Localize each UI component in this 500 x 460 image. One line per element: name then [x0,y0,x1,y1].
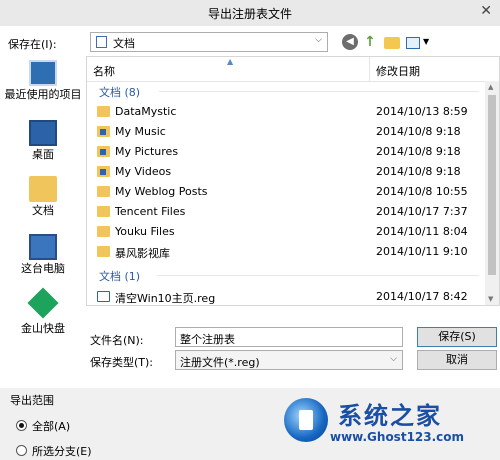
vertical-scrollbar[interactable]: ▲ ▼ [485,81,499,305]
chevron-down-icon[interactable]: ⌵ [390,354,397,364]
save-button[interactable]: 保存(S) [417,327,497,347]
export-range-title: 导出范围 [10,394,54,407]
export-selected-radio[interactable] [16,445,27,456]
watermark-url: www.Ghost123.com [330,430,465,444]
item-name: 暴风影视库 [115,247,170,260]
filename-value: 整个注册表 [180,333,235,346]
place-documents-label: 文档 [32,204,54,217]
place-desktop-label: 桌面 [32,148,54,161]
list-item[interactable]: 清空Win10主页.reg 2014/10/17 8:42 [87,287,487,305]
file-list[interactable]: ▲ 名称 修改日期 文档 (8) DataMystic 2014/10/13 8… [86,56,500,306]
save-in-label: 保存在(I): [8,38,57,51]
computer-icon [29,234,57,260]
folder-icon [97,246,110,257]
document-icon [96,36,107,48]
item-date: 2014/10/8 9:18 [376,165,461,178]
item-date: 2014/10/13 8:59 [376,105,468,118]
group-divider [159,91,479,92]
item-name: Tencent Files [115,205,186,218]
close-icon[interactable]: ✕ [480,3,492,19]
view-menu-chevron-icon[interactable]: ▼ [423,37,429,46]
cancel-button[interactable]: 取消 [417,350,497,370]
places-bar: 最近使用的项目 桌面 文档 这台电脑 金山快盘 [0,56,86,390]
item-date: 2014/10/8 9:18 [376,125,461,138]
filetype-value: 注册文件(*.reg) [180,356,260,369]
item-name: DataMystic [115,105,177,118]
item-name: Youku Files [115,225,175,238]
item-date: 2014/10/11 9:10 [376,245,468,258]
watermark-title: 系统之家 [338,401,442,430]
group-divider [157,275,479,276]
list-header: ▲ 名称 修改日期 [87,57,499,82]
watermark-logo-icon [284,398,328,442]
place-recent[interactable]: 最近使用的项目 [0,60,86,102]
item-date: 2014/10/8 10:55 [376,185,468,198]
group-header[interactable]: 文档 (1) [99,268,140,284]
place-kuaipan[interactable]: 金山快盘 [0,287,86,336]
folder-icon [97,226,110,237]
export-all-label[interactable]: 全部(A) [32,418,70,434]
chevron-down-icon[interactable]: ⌵ [315,35,322,45]
special-folder-icon [97,126,110,137]
place-recent-label: 最近使用的项目 [4,88,82,101]
group-header[interactable]: 文档 (8) [99,84,140,100]
list-item[interactable]: Youku Files 2014/10/11 8:04 [87,222,487,242]
filetype-select[interactable]: 注册文件(*.reg) ⌵ [175,350,403,370]
list-item[interactable]: Tencent Files 2014/10/17 7:37 [87,202,487,222]
item-name: My Videos [115,165,172,178]
filetype-label: 保存类型(T): [90,356,154,369]
desktop-icon [29,120,57,146]
watermark: 系统之家 www.Ghost123.com [268,390,500,460]
new-folder-icon[interactable] [384,37,400,49]
place-kuaipan-label: 金山快盘 [21,322,65,335]
special-folder-icon [97,146,110,157]
recent-items-icon [29,60,57,86]
export-selected-label[interactable]: 所选分支(E) [32,443,92,459]
item-name: My Music [115,125,166,138]
kuaipan-icon [27,287,59,319]
reg-file-icon [97,291,110,302]
folder-icon [97,206,110,217]
save-in-dropdown[interactable]: 文档 ⌵ [90,32,328,52]
place-this-pc-label: 这台电脑 [21,262,65,275]
scroll-down-icon[interactable]: ▼ [488,295,493,303]
item-name: My Weblog Posts [115,185,208,198]
documents-icon [29,176,57,202]
filename-label: 文件名(N): [90,334,144,347]
list-item[interactable]: My Music 2014/10/8 9:18 [87,122,487,142]
sort-ascending-icon: ▲ [227,57,234,66]
scroll-up-icon[interactable]: ▲ [488,83,493,91]
place-documents[interactable]: 文档 [0,176,86,218]
item-name: My Pictures [115,145,179,158]
item-date: 2014/10/17 7:37 [376,205,468,218]
export-all-radio[interactable] [16,420,27,431]
special-folder-icon [97,166,110,177]
list-item[interactable]: My Pictures 2014/10/8 9:18 [87,142,487,162]
item-date: 2014/10/11 8:04 [376,225,468,238]
list-item[interactable]: My Weblog Posts 2014/10/8 10:55 [87,182,487,202]
place-this-pc[interactable]: 这台电脑 [0,234,86,276]
filename-input[interactable]: 整个注册表 [175,327,403,347]
column-divider[interactable] [369,57,370,81]
item-date: 2014/10/17 8:42 [376,290,468,303]
title-bar: 导出注册表文件 ✕ [0,0,500,26]
list-item[interactable]: 暴风影视库 2014/10/11 9:10 [87,242,487,262]
item-name: 清空Win10主页.reg [115,292,216,305]
column-header-name[interactable]: 名称 [93,63,115,79]
item-date: 2014/10/8 9:18 [376,145,461,158]
view-menu-icon[interactable] [406,37,420,49]
folder-icon [97,186,110,197]
up-folder-icon[interactable]: ↑ [362,34,378,50]
scrollbar-thumb[interactable] [488,95,496,275]
list-item[interactable]: DataMystic 2014/10/13 8:59 [87,102,487,122]
save-in-value: 文档 [113,37,135,50]
folder-icon [97,106,110,117]
back-icon[interactable]: ◀ [342,34,358,50]
window-title: 导出注册表文件 [207,7,292,21]
list-item[interactable]: My Videos 2014/10/8 9:18 [87,162,487,182]
column-header-date[interactable]: 修改日期 [376,63,420,79]
place-desktop[interactable]: 桌面 [0,120,86,162]
